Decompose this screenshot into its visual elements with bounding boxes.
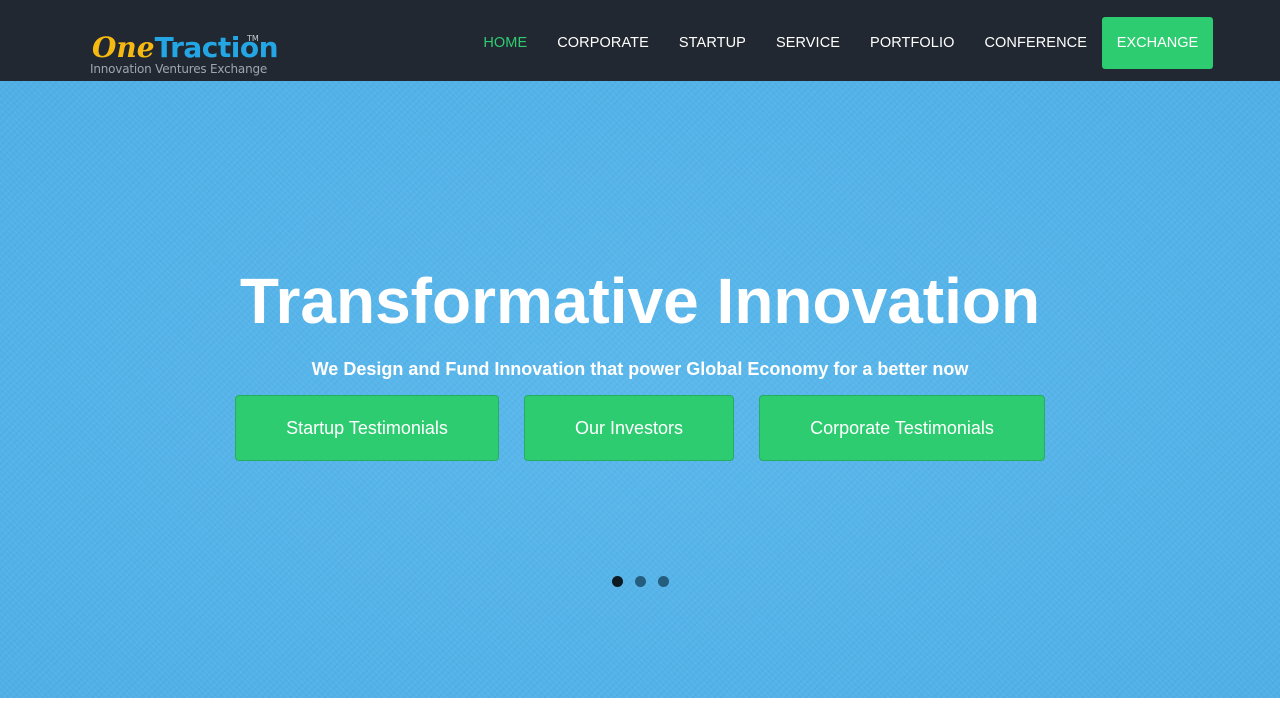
nav-link-portfolio[interactable]: PORTFOLIO [870, 35, 954, 51]
logo-word-traction: Traction [154, 31, 279, 64]
carousel-dot-1[interactable] [612, 576, 623, 587]
logo-trademark: TM [247, 34, 259, 43]
logo-word-one: One [92, 31, 155, 64]
startup-testimonials-button[interactable]: Startup Testimonials [235, 395, 499, 461]
hero-subtitle: We Design and Fund Innovation that power… [311, 359, 969, 379]
nav-link-service[interactable]: SERVICE [776, 35, 840, 51]
corporate-testimonials-button[interactable]: Corporate Testimonials [759, 395, 1045, 461]
top-navbar: OneTraction TM Innovation Ventures Excha… [0, 0, 1280, 81]
carousel-dot-2[interactable] [635, 576, 646, 587]
our-investors-button[interactable]: Our Investors [524, 395, 734, 461]
nav-link-corporate[interactable]: CORPORATE [557, 35, 649, 51]
carousel-dot-3[interactable] [658, 576, 669, 587]
hero-title: Transformative Innovation [239, 265, 1041, 337]
nav-link-home[interactable]: HOME [483, 35, 527, 51]
onetraction-logo[interactable]: OneTraction TM Innovation Ventures Excha… [90, 30, 279, 78]
hero-banner: Transformative Innovation We Design and … [0, 81, 1280, 698]
nav-link-startup[interactable]: STARTUP [679, 35, 746, 51]
nav-link-conference[interactable]: CONFERENCE [984, 35, 1087, 51]
carousel-indicators [612, 576, 681, 587]
logo-tagline: Innovation Ventures Exchange [90, 62, 268, 76]
exchange-button[interactable]: EXCHANGE [1102, 17, 1213, 69]
main-nav: HOME CORPORATE STARTUP SERVICE PORTFOLIO… [483, 17, 1213, 69]
